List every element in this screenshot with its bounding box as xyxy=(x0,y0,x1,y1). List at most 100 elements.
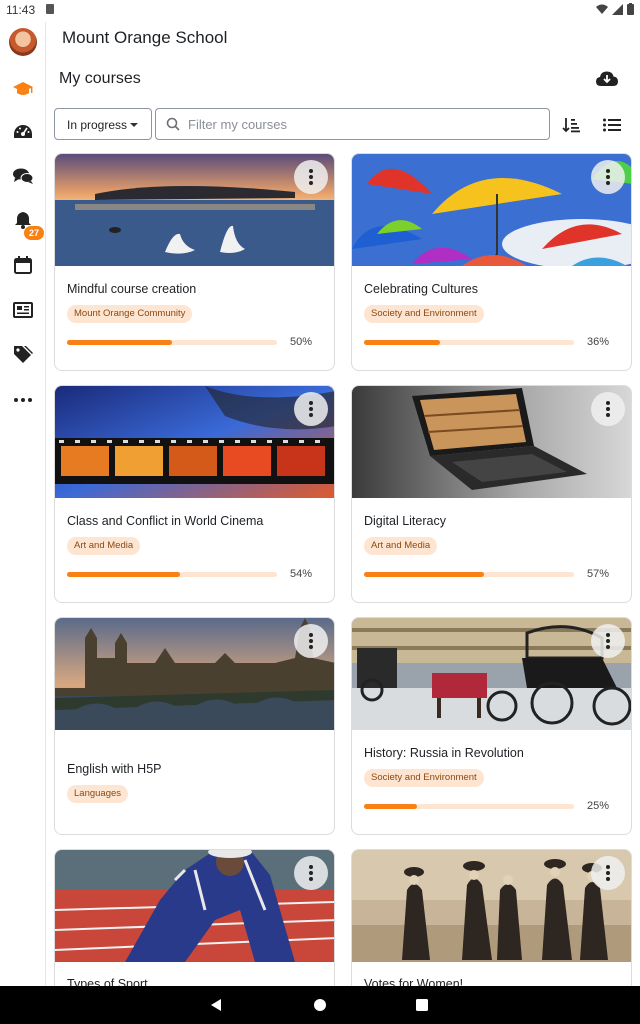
london-parliament-image xyxy=(55,618,334,730)
wifi-icon xyxy=(596,4,608,14)
course-image xyxy=(352,850,631,962)
sidebar-item-messages[interactable] xyxy=(8,161,38,191)
course-options-button[interactable] xyxy=(591,624,625,658)
calendar-icon xyxy=(14,256,32,274)
course-card[interactable]: Types of Sport xyxy=(54,849,335,999)
runner-track-image xyxy=(55,850,334,962)
lake-swans-sunset-image xyxy=(55,154,334,266)
android-navigation-bar xyxy=(0,986,640,1024)
course-progress-fill xyxy=(364,572,484,577)
course-card[interactable]: Celebrating Cultures Society and Environ… xyxy=(351,153,632,371)
list-view-button[interactable] xyxy=(599,112,625,138)
course-title[interactable]: Class and Conflict in World Cinema xyxy=(67,514,263,528)
course-options-button[interactable] xyxy=(294,624,328,658)
course-search-input[interactable] xyxy=(188,114,538,134)
back-button[interactable] xyxy=(205,994,227,1016)
status-icons xyxy=(596,3,634,15)
course-progress-bar xyxy=(364,804,574,809)
course-card[interactable]: History: Russia in Revolution Society an… xyxy=(351,617,632,835)
course-category-badge: Art and Media xyxy=(364,537,438,555)
course-category-badge: Mount Orange Community xyxy=(67,305,193,323)
horse-carriages-image xyxy=(352,618,631,730)
sort-descending-icon xyxy=(562,118,580,133)
course-image xyxy=(55,154,334,266)
course-category-badge: Art and Media xyxy=(67,537,141,555)
more-icon xyxy=(14,398,32,402)
sidebar-item-my-courses[interactable] xyxy=(8,74,38,104)
sidebar-item-more[interactable] xyxy=(8,385,38,415)
recent-apps-square-icon xyxy=(416,999,428,1011)
course-progress-bar xyxy=(67,340,277,345)
course-progress-bar xyxy=(364,572,574,577)
course-category-badge: Languages xyxy=(67,785,129,803)
course-title[interactable]: Celebrating Cultures xyxy=(364,282,478,296)
course-title[interactable]: Digital Literacy xyxy=(364,514,446,528)
battery-icon xyxy=(627,3,634,15)
course-options-button[interactable] xyxy=(591,160,625,194)
dashboard-gauge-icon xyxy=(14,125,32,138)
course-options-button[interactable] xyxy=(294,160,328,194)
sidebar-item-dashboard[interactable] xyxy=(8,117,38,147)
course-card[interactable]: Class and Conflict in World Cinema Art a… xyxy=(54,385,335,603)
back-triangle-icon xyxy=(211,999,221,1011)
home-button[interactable] xyxy=(309,994,331,1016)
course-options-button[interactable] xyxy=(591,856,625,890)
suffragettes-photo-image xyxy=(352,850,631,962)
film-strip-image xyxy=(55,386,334,498)
course-category-badge: Society and Environment xyxy=(364,305,484,323)
course-card[interactable]: English with H5P Languages xyxy=(54,617,335,835)
site-name: Mount Orange School xyxy=(62,28,228,47)
course-progress-percent: 36% xyxy=(586,336,609,348)
recent-apps-button[interactable] xyxy=(411,994,433,1016)
more-vertical-icon xyxy=(606,865,610,881)
course-image xyxy=(55,386,334,498)
course-progress-percent: 57% xyxy=(586,568,609,580)
course-options-button[interactable] xyxy=(294,392,328,426)
more-vertical-icon xyxy=(606,633,610,649)
course-status-filter-value: In progress xyxy=(67,118,128,132)
course-title[interactable]: Mindful course creation xyxy=(67,282,196,296)
more-vertical-icon xyxy=(309,169,313,185)
signal-icon xyxy=(612,3,623,15)
more-vertical-icon xyxy=(309,865,313,881)
course-category-badge: Society and Environment xyxy=(364,769,484,787)
download-courses-button[interactable] xyxy=(594,66,620,92)
tags-icon xyxy=(14,346,33,363)
course-title[interactable]: History: Russia in Revolution xyxy=(364,746,524,760)
course-progress-fill xyxy=(67,340,172,345)
page-title: My courses xyxy=(59,70,141,87)
course-progress-bar xyxy=(67,572,277,577)
chevron-down-icon xyxy=(130,123,138,127)
sidebar-item-news[interactable] xyxy=(8,295,38,325)
course-card[interactable]: Digital Literacy Art and Media 57% xyxy=(351,385,632,603)
sidebar-item-calendar[interactable] xyxy=(8,250,38,280)
status-time: 11:43 xyxy=(6,3,36,17)
course-image xyxy=(352,618,631,730)
sidebar-item-tags[interactable] xyxy=(8,339,38,369)
sort-courses-button[interactable] xyxy=(558,112,584,138)
course-image xyxy=(55,850,334,962)
course-status-filter[interactable]: In progress xyxy=(54,108,152,140)
user-avatar[interactable] xyxy=(9,28,37,56)
more-vertical-icon xyxy=(606,169,610,185)
course-progress-fill xyxy=(67,572,181,577)
messages-icon xyxy=(13,168,33,184)
colorful-umbrellas-image xyxy=(352,154,631,266)
more-vertical-icon xyxy=(309,401,313,417)
course-options-button[interactable] xyxy=(294,856,328,890)
course-card[interactable]: Votes for Women! xyxy=(351,849,632,999)
sd-card-icon xyxy=(46,4,54,14)
course-progress-bar xyxy=(364,340,574,345)
course-image xyxy=(352,386,631,498)
more-vertical-icon xyxy=(309,633,313,649)
sidebar: 27 xyxy=(0,22,46,986)
course-progress-percent: 50% xyxy=(289,336,312,348)
notification-count-badge: 27 xyxy=(24,226,44,240)
course-card[interactable]: Mindful course creation Mount Orange Com… xyxy=(54,153,335,371)
status-bar: 11:43 xyxy=(0,0,640,22)
course-title[interactable]: English with H5P xyxy=(67,762,162,776)
laptop-bookshelf-image xyxy=(352,386,631,498)
home-circle-icon xyxy=(314,999,326,1011)
course-options-button[interactable] xyxy=(591,392,625,426)
list-view-icon xyxy=(603,118,621,132)
